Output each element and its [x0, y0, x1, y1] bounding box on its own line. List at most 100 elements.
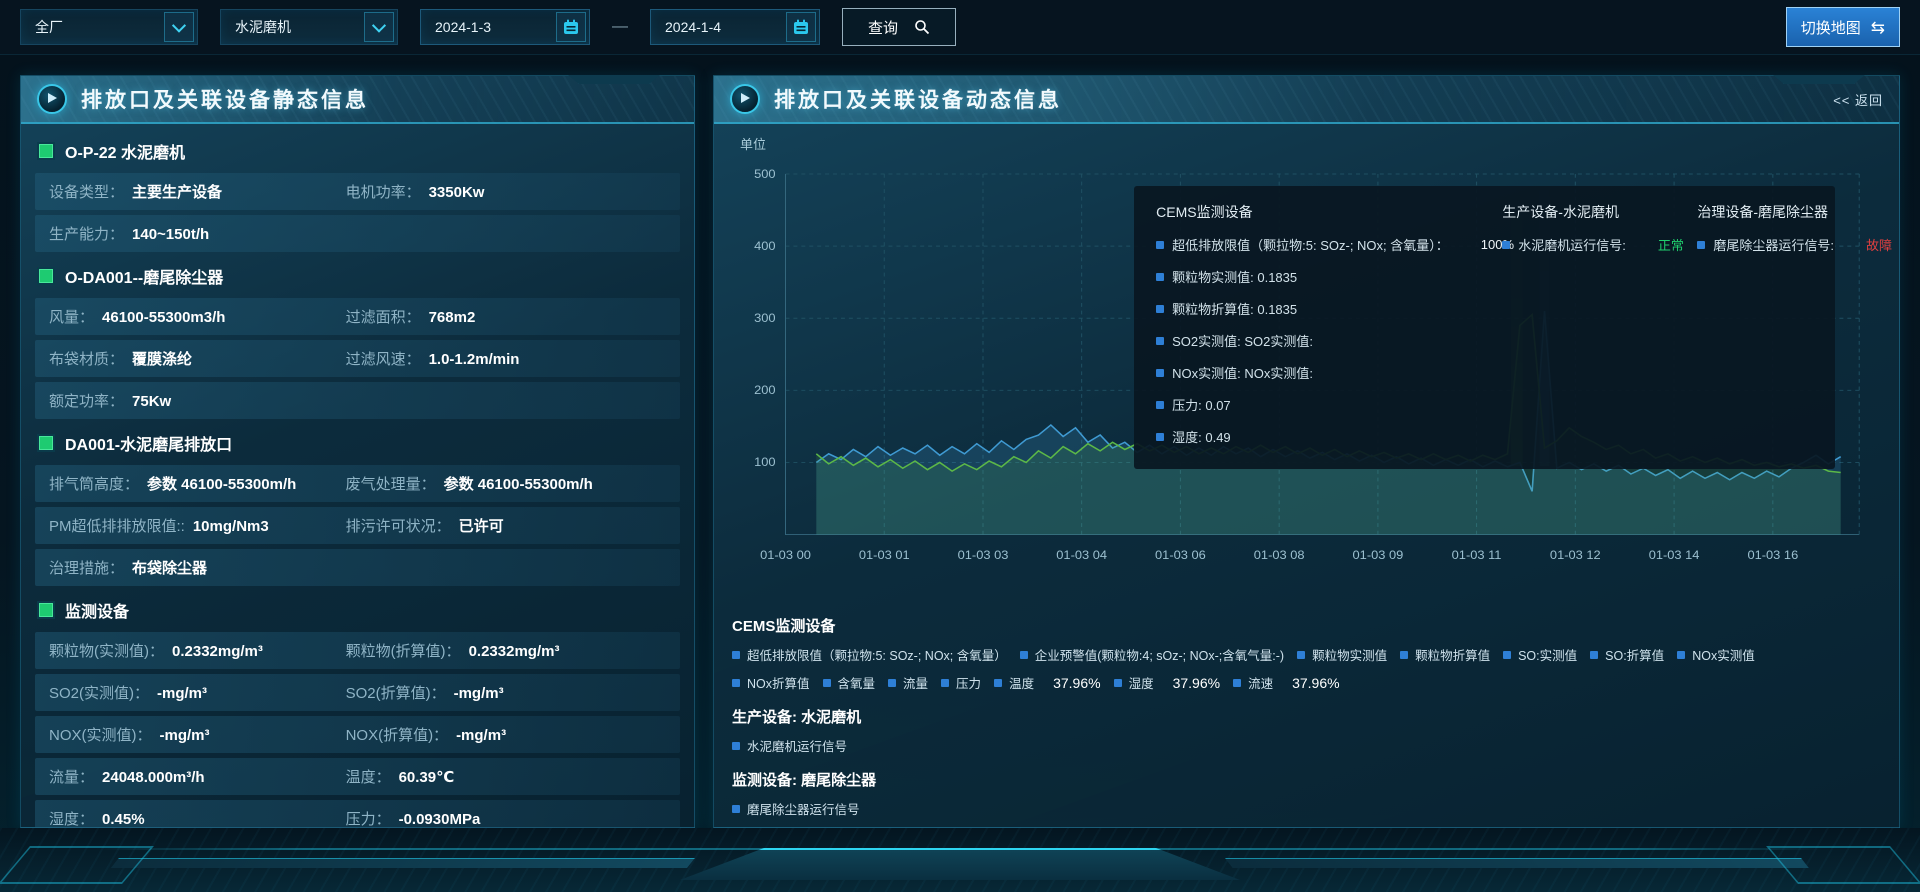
info-field: 颗粒物(实测值)： 0.2332mg/m³ [49, 640, 346, 661]
legend-item-label: 流量 [903, 673, 928, 692]
legend-item[interactable]: 湿度 37.96% [1114, 673, 1221, 692]
svg-text:01-03 16: 01-03 16 [1747, 548, 1798, 562]
field-label: 布袋材质： [49, 348, 124, 369]
panel-tab-decoration [568, 75, 660, 84]
info-field: 流量： 24048.000m³/h [49, 766, 346, 787]
tooltip-column-title: 生产设备-水泥磨机 [1502, 202, 1653, 222]
svg-text:01-03 14: 01-03 14 [1649, 548, 1700, 562]
legend-item[interactable]: 企业预警值(颗粒物:4; sOz-; NOx-;含氧气量:-) [1020, 645, 1284, 664]
blue-square-marker-icon [732, 742, 740, 750]
legend-item-label: 颗粒物折算值 [1415, 645, 1490, 664]
info-row: 治理措施： 布袋除尘器 [35, 549, 680, 586]
tooltip-item-label: 颗粒物实测值: 0.1835 [1172, 267, 1297, 286]
field-label: 颗粒物(实测值)： [49, 640, 164, 661]
field-value: 1.0-1.2m/min [429, 351, 520, 368]
plant-select[interactable]: 全厂 [20, 9, 198, 45]
search-icon [914, 19, 930, 35]
date-to-input[interactable]: 2024-1-4 [650, 9, 820, 45]
legend-item[interactable]: 温度 37.96% [994, 673, 1101, 692]
blue-square-marker-icon [1156, 369, 1164, 377]
field-value: 0.2332mg/m³ [172, 643, 263, 660]
info-row: 流量： 24048.000m³/h 温度： 60.39℃ [35, 758, 680, 795]
blue-square-marker-icon [1156, 241, 1164, 249]
field-label: SO2(实测值)： [49, 682, 149, 703]
field-value: 布袋除尘器 [132, 557, 207, 578]
blue-square-marker-icon [823, 679, 831, 687]
blue-square-marker-icon [732, 805, 740, 813]
swap-arrows-icon: ⇆ [1871, 19, 1885, 36]
info-row: 额定功率： 75Kw [35, 382, 680, 419]
legend-item-value: 37.96% [1292, 675, 1339, 691]
legend-item-label: 磨尾除尘器运行信号 [747, 799, 860, 818]
field-value: 24048.000m³/h [102, 769, 205, 786]
svg-text:300: 300 [754, 311, 775, 325]
blue-square-marker-icon [1156, 273, 1164, 281]
field-label: NOX(实测值)： [49, 724, 152, 745]
legend-item[interactable]: 颗粒物折算值 [1400, 645, 1490, 664]
info-field: 温度： 60.39℃ [346, 766, 680, 787]
tooltip-column: CEMS监测设备 超低排放限值（颗拉物:5: SOz-; NOx; 含氧量）：1… [1156, 202, 1458, 459]
date-range-separator: — [612, 18, 628, 36]
legend-item[interactable]: 流速 37.96% [1233, 673, 1340, 692]
legend-item[interactable]: SO:实测值 [1503, 645, 1577, 664]
line-chart[interactable]: 10020030040050001-03 0001-03 0101-03 030… [732, 155, 1881, 601]
svg-text:01-03 04: 01-03 04 [1056, 548, 1107, 562]
chart-legends: CEMS监测设备 超低排放限值（颗拉物:5: SOz-; NOx; 含氧量） 企… [732, 615, 1881, 818]
legend-item[interactable]: 颗粒物实测值 [1297, 645, 1387, 664]
chevron-down-icon[interactable] [164, 12, 194, 42]
main-content: 排放口及关联设备静态信息 O-P-22 水泥磨机 设备类型： 主要生产设备 电机… [0, 55, 1920, 828]
legend-item[interactable]: 水泥磨机运行信号 [732, 736, 847, 755]
device-select[interactable]: 水泥磨机 [220, 9, 398, 45]
legend-item[interactable]: 磨尾除尘器运行信号 [732, 799, 860, 818]
field-label: 电机功率： [346, 181, 421, 202]
footer-wing-left [0, 846, 154, 884]
svg-text:01-03 12: 01-03 12 [1550, 548, 1601, 562]
legend-row: 水泥磨机运行信号 [732, 736, 1881, 755]
info-field: 湿度： 0.45% [49, 808, 346, 829]
legend-item-label: NOx实测值 [1692, 645, 1755, 664]
tooltip-item: 水泥磨机运行信号:正常 [1502, 235, 1653, 254]
switch-map-button[interactable]: 切换地图 ⇆ [1786, 7, 1900, 47]
field-label: 风量： [49, 306, 94, 327]
legend-item[interactable]: 压力 [941, 673, 981, 692]
tooltip-item-label: 水泥磨机运行信号: [1518, 235, 1626, 254]
field-label: 设备类型： [49, 181, 124, 202]
green-square-icon [39, 603, 53, 617]
field-label: 生产能力： [49, 223, 124, 244]
field-value: 46100-55300m3/h [102, 309, 225, 326]
legend-item[interactable]: NOx折算值 [732, 673, 810, 692]
calendar-icon[interactable] [556, 12, 586, 42]
field-value: -mg/m³ [456, 727, 506, 744]
info-field: 过滤风速： 1.0-1.2m/min [346, 348, 680, 369]
blue-square-marker-icon [732, 651, 740, 659]
date-from-input[interactable]: 2024-1-3 [420, 9, 590, 45]
info-field: 风量： 46100-55300m3/h [49, 306, 346, 327]
legend-item-value: 37.96% [1173, 675, 1220, 691]
section-heading: 监测设备 [35, 591, 680, 627]
legend-item[interactable]: NOx实测值 [1677, 645, 1755, 664]
date-to-value: 2024-1-4 [665, 19, 721, 35]
tooltip-item: SO2实测值: SO2实测值: [1156, 331, 1458, 350]
back-link[interactable]: << 返回 [1833, 90, 1883, 109]
svg-text:200: 200 [754, 383, 775, 397]
calendar-icon[interactable] [786, 12, 816, 42]
blue-square-marker-icon [1502, 241, 1510, 249]
info-field: 设备类型： 主要生产设备 [49, 181, 346, 202]
blue-square-marker-icon [1590, 651, 1598, 659]
field-value: -mg/m³ [157, 685, 207, 702]
switch-map-label: 切换地图 [1801, 17, 1861, 38]
section-heading: DA001-水泥磨尾排放口 [35, 424, 680, 460]
panel-title: 排放口及关联设备动态信息 [774, 84, 1062, 114]
legend-item[interactable]: 流量 [888, 673, 928, 692]
legend-item[interactable]: 超低排放限值（颗拉物:5: SOz-; NOx; 含氧量） [732, 645, 1007, 664]
legend-item-label: NOx折算值 [747, 673, 810, 692]
query-button[interactable]: 查询 [842, 8, 956, 46]
section-heading: O-DA001--磨尾除尘器 [35, 257, 680, 293]
field-value: -mg/m³ [454, 685, 504, 702]
field-value: -0.0930MPa [399, 811, 481, 828]
tooltip-item-label: 磨尾除尘器运行信号: [1713, 235, 1834, 254]
chevron-down-icon[interactable] [364, 12, 394, 42]
blue-square-marker-icon [732, 679, 740, 687]
legend-item[interactable]: SO:折算值 [1590, 645, 1664, 664]
legend-item[interactable]: 含氧量 [823, 673, 876, 692]
